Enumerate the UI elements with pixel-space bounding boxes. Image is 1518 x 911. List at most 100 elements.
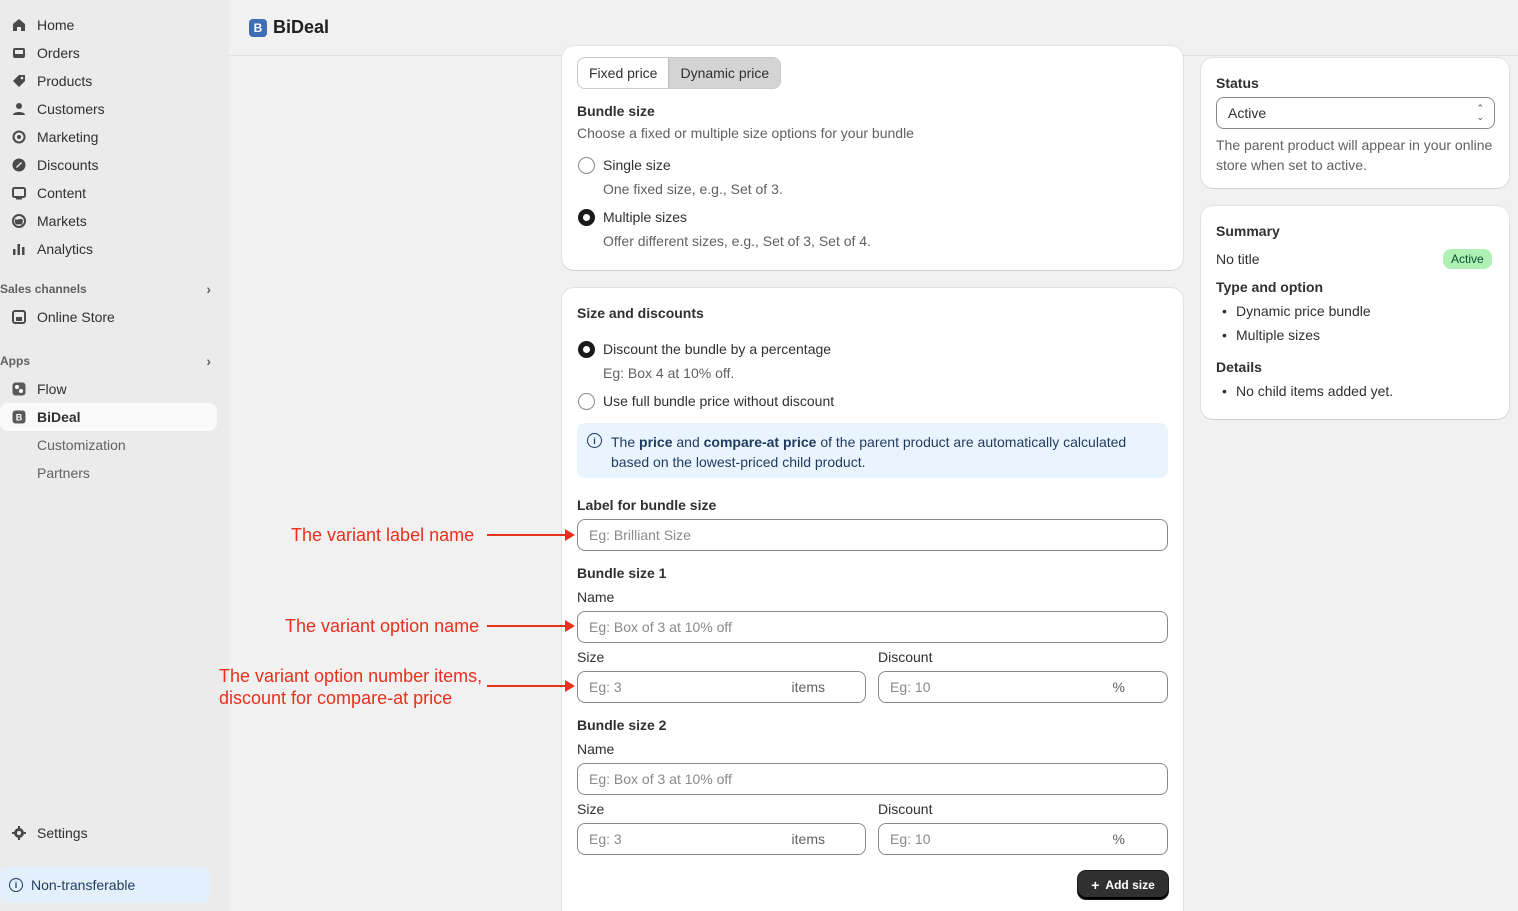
store-icon <box>11 309 27 325</box>
plus-icon: + <box>1091 877 1100 893</box>
nav-markets-label: Markets <box>37 213 87 229</box>
status-badge: Active <box>1443 249 1492 269</box>
type-item: Dynamic price bundle <box>1222 303 1371 319</box>
sales-channels-section[interactable]: Sales channels › <box>0 281 217 297</box>
target-icon <box>11 129 27 145</box>
bundle-label-input[interactable]: Eg: Brilliant Size <box>577 519 1168 551</box>
label-bundle-size-title: Label for bundle size <box>577 497 717 513</box>
percent-discount-radio[interactable] <box>578 341 595 358</box>
dynamic-price-button[interactable]: Dynamic price <box>668 58 781 88</box>
nav-products[interactable]: Products <box>0 67 217 95</box>
status-select[interactable]: Active ⌃ ⌄ <box>1216 97 1495 129</box>
info-icon: i <box>587 433 602 448</box>
flow-icon <box>11 381 27 397</box>
bundle-size-2-discount-input[interactable]: Eg: 10% <box>878 823 1168 855</box>
summary-title: Summary <box>1216 223 1280 239</box>
details-title: Details <box>1216 359 1262 375</box>
bundle-size-2-name-input[interactable]: Eg: Box of 3 at 10% off <box>577 763 1168 795</box>
nav-customers[interactable]: Customers <box>0 95 217 123</box>
bundle-size-1-size-input[interactable]: Eg: 3 items <box>577 671 866 703</box>
nav-home-label: Home <box>37 17 75 33</box>
annotation-arrow <box>487 529 575 541</box>
annotation-option-name: The variant option name <box>285 616 480 636</box>
nav-marketing[interactable]: Marketing <box>0 123 217 151</box>
bideal-logo-icon: B <box>249 18 267 37</box>
chevron-right-icon: › <box>206 353 211 369</box>
gear-icon <box>11 825 27 841</box>
bundle-size-2-title: Bundle size 2 <box>577 717 667 733</box>
nav-analytics-label: Analytics <box>37 241 94 257</box>
summary-name: No title <box>1216 251 1260 267</box>
bundle-size-2-size-label: Size <box>577 801 605 817</box>
nav-settings[interactable]: Settings <box>0 819 217 847</box>
bundle-size-1-title: Bundle size 1 <box>577 565 667 581</box>
multiple-sizes-label: Multiple sizes <box>603 209 688 225</box>
annotation-option-items-1: The variant option number items, <box>219 666 483 686</box>
bundle-size-title: Bundle size <box>577 103 655 119</box>
inbox-icon <box>11 45 27 61</box>
percent-discount-help: Eg: Box 4 at 10% off. <box>603 365 735 381</box>
bundle-size-2-size-input[interactable]: Eg: 3 items <box>577 823 866 855</box>
bideal-app-icon: B <box>11 409 27 425</box>
nav-online-store[interactable]: Online Store <box>0 303 217 331</box>
add-size-button[interactable]: + Add size <box>1078 871 1168 899</box>
sidebar: Home Orders Products Customers Marketing… <box>0 0 229 911</box>
apps-label: Apps <box>0 354 30 368</box>
pricing-toggle: Fixed price Dynamic price <box>577 57 782 89</box>
multiple-sizes-radio[interactable] <box>578 209 595 226</box>
status-value: Active <box>1228 105 1267 121</box>
nav-settings-label: Settings <box>37 825 88 841</box>
annotation-arrow <box>487 620 575 632</box>
bundle-size-2-discount-label: Discount <box>878 801 933 817</box>
discount-icon <box>11 157 27 173</box>
app-title: BiDeal <box>273 17 330 37</box>
nav-flow-label: Flow <box>37 381 67 397</box>
bundle-size-2-name-label: Name <box>577 741 615 757</box>
nav-markets[interactable]: Markets <box>0 207 217 235</box>
non-transferable-banner[interactable]: i Non-transferable <box>0 867 210 903</box>
nav-partners[interactable]: Partners <box>37 465 90 481</box>
nav-analytics[interactable]: Analytics <box>0 235 217 263</box>
size-discounts-title: Size and discounts <box>577 305 704 321</box>
apps-section[interactable]: Apps › <box>0 353 217 369</box>
nav-orders-label: Orders <box>37 45 80 61</box>
nav-content-label: Content <box>37 185 87 201</box>
bundle-size-1-size-label: Size <box>577 649 605 665</box>
annotation-label-name: The variant label name <box>291 525 475 545</box>
multiple-sizes-help: Offer different sizes, e.g., Set of 3, S… <box>603 233 871 249</box>
bundle-size-1-name-label: Name <box>577 589 615 605</box>
nav-content[interactable]: Content <box>0 179 217 207</box>
type-item: Multiple sizes <box>1222 327 1320 343</box>
sales-channels-label: Sales channels <box>0 282 87 296</box>
info-icon: i <box>9 878 23 892</box>
nav-online-store-label: Online Store <box>37 309 115 325</box>
nav-products-label: Products <box>37 73 93 89</box>
info-banner: i The price and compare-at price of the … <box>577 423 1168 478</box>
bundle-size-1-discount-label: Discount <box>878 649 933 665</box>
nav-bideal-label: BiDeal <box>37 409 81 425</box>
svg-text:B: B <box>16 413 23 423</box>
content-icon <box>11 185 27 201</box>
nav-customization[interactable]: Customization <box>37 437 126 453</box>
bundle-size-1-name-input[interactable]: Eg: Box of 3 at 10% off <box>577 611 1168 643</box>
tag-icon <box>11 73 27 89</box>
nav-flow[interactable]: Flow <box>0 375 217 403</box>
full-price-radio[interactable] <box>578 393 595 410</box>
bar-chart-icon <box>11 241 27 257</box>
nav-home[interactable]: Home <box>0 11 217 39</box>
single-size-label: Single size <box>603 157 671 173</box>
fixed-price-button[interactable]: Fixed price <box>578 58 668 88</box>
nav-orders[interactable]: Orders <box>0 39 217 67</box>
details-item: No child items added yet. <box>1222 383 1393 399</box>
single-size-radio[interactable] <box>578 157 595 174</box>
percent-discount-label: Discount the bundle by a percentage <box>603 341 832 357</box>
bundle-size-1-discount-input[interactable]: Eg: 10% <box>878 671 1168 703</box>
select-arrows-icon: ⌃ ⌄ <box>1476 103 1484 122</box>
nav-bideal[interactable]: B BiDeal <box>0 403 217 431</box>
nav-discounts-label: Discounts <box>37 157 99 173</box>
size-discounts-card <box>562 288 1183 911</box>
non-transferable-label: Non-transferable <box>31 877 136 893</box>
nav-discounts[interactable]: Discounts <box>0 151 217 179</box>
type-option-title: Type and option <box>1216 279 1324 295</box>
status-help: The parent product will appear in your o… <box>1216 137 1493 173</box>
